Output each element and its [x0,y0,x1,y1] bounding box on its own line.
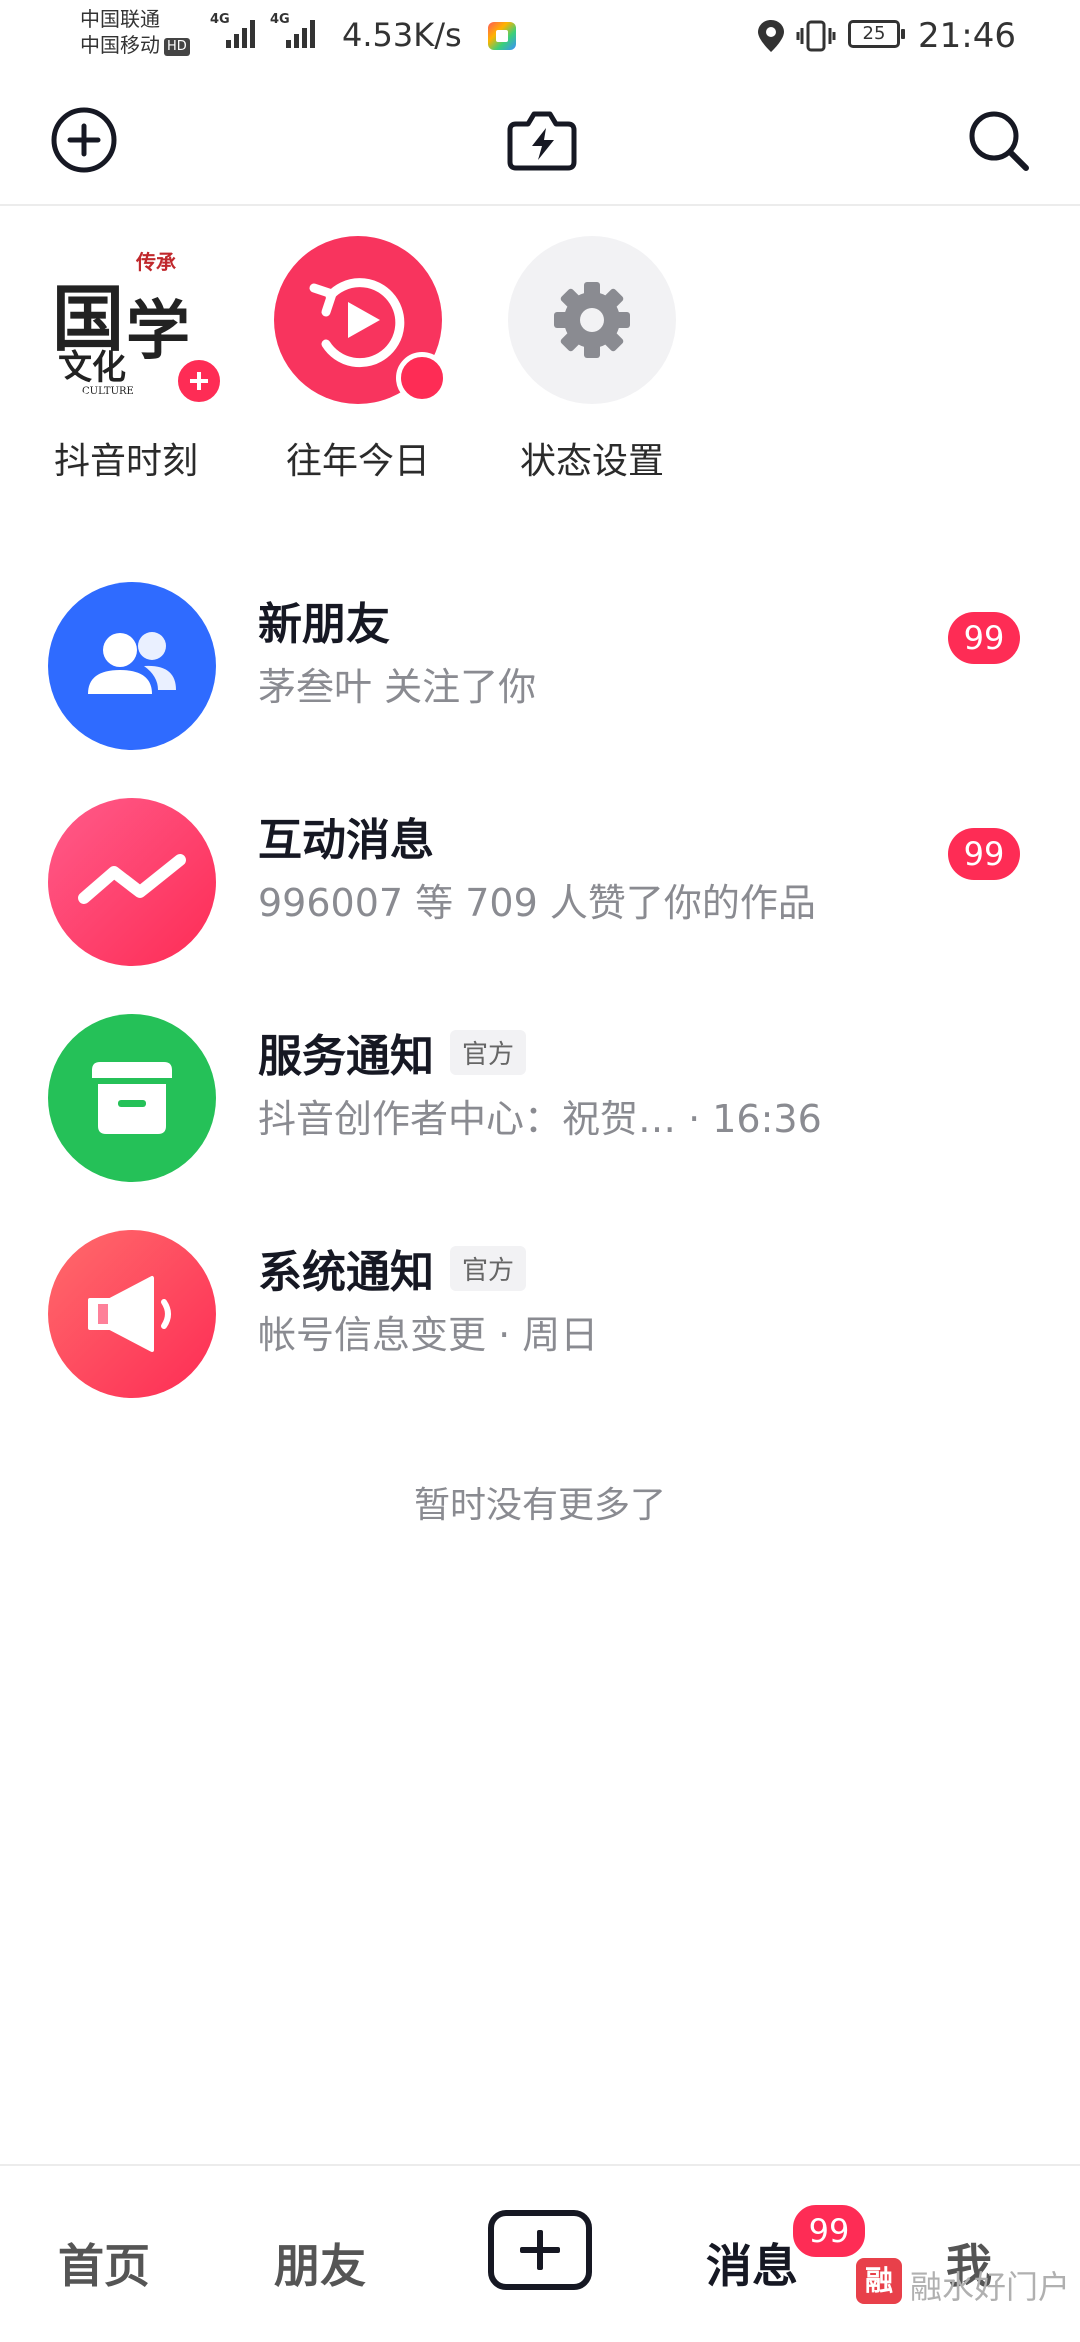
status-bar: 中国联通 中国移动 HD 4G 4G 4.53K/s 25 21:46 [0,0,1080,72]
story-douyin-moment[interactable]: 国 学 文化 传承 CULTURE 抖音时刻 [18,232,224,492]
list-item-title: 互动消息 [258,815,434,866]
hd-badge: HD [164,37,190,56]
signal-icon [226,20,255,48]
flash-camera-icon[interactable] [502,104,582,176]
list-item-subtitle: 996007 等 709 人赞了你的作品 [258,881,816,925]
official-tag: 官方 [450,1246,527,1291]
official-tag: 官方 [450,1030,527,1075]
unread-count-badge: 99 [948,612,1020,664]
net-speed: 4.53K/s [342,16,462,54]
top-header [0,72,1080,206]
list-item-title-text: 系统通知 [258,1247,434,1298]
inbox-icon [48,1014,216,1182]
tab-messages[interactable]: 消息 [706,2230,798,2296]
battery-indicator: 25 [848,20,905,48]
location-icon [758,20,784,52]
watermark-logo: 融 [856,2258,902,2304]
friends-icon [48,582,216,750]
tab-friends[interactable]: 朋友 [274,2230,366,2296]
zigzag-icon [48,798,216,966]
add-circle-icon[interactable] [48,104,120,176]
app-notification-icon [488,22,516,50]
list-item-title: 服务通知 官方 [258,1020,527,1084]
signal-icon [286,20,315,48]
carrier-1: 中国联通 [80,7,160,31]
story-status-settings[interactable]: 状态设置 [484,232,684,492]
list-item-subtitle: 帐号信息变更 · 周日 [258,1313,599,1357]
bottom-nav: 首页 朋友 消息 99 我 融 融水好门户 [0,2164,1080,2342]
clock: 21:46 [918,16,1016,56]
list-item-title: 系统通知 官方 [258,1236,527,1300]
unread-dot [396,352,448,404]
carrier-info: 中国联通 中国移动 HD [80,6,190,58]
avatar-caption: CULTURE [82,386,134,397]
create-button[interactable] [488,2210,592,2290]
list-item-new-friends[interactable]: 新朋友 茅叁叶 关注了你 99 [0,558,1080,758]
search-icon[interactable] [962,104,1034,176]
list-item-title: 新朋友 [258,599,390,650]
avatar-char-2: 学 [126,294,190,369]
megaphone-icon [48,1230,216,1398]
avatar-char-3: 文化 [58,348,126,388]
story-label: 往年今日 [285,441,430,482]
no-more-hint: 暂时没有更多了 [413,1485,666,1526]
unread-count-badge: 99 [948,828,1020,880]
vibrate-icon [796,20,836,52]
story-on-this-day[interactable]: 往年今日 [250,232,450,492]
story-label: 抖音时刻 [53,441,198,482]
carrier-2: 中国移动 [80,33,160,57]
list-item-subtitle: 茅叁叶 关注了你 [258,665,537,709]
watermark-text: 融水好门户 [910,2268,1071,2306]
list-item-service-notice[interactable]: 服务通知 官方 抖音创作者中心：祝贺… · 16:36 [0,990,1080,1190]
list-item-interactions[interactable]: 互动消息 996007 等 709 人赞了你的作品 99 [0,774,1080,974]
list-item-subtitle: 抖音创作者中心：祝贺… · 16:36 [258,1097,822,1141]
story-label: 状态设置 [519,441,664,482]
list-item-system-notice[interactable]: 系统通知 官方 帐号信息变更 · 周日 [0,1206,1080,1406]
tab-home[interactable]: 首页 [58,2230,150,2296]
gear-icon [508,236,676,404]
add-story-icon[interactable] [174,356,224,406]
messages-badge: 99 [790,2202,868,2260]
list-item-title-text: 服务通知 [258,1031,434,1082]
avatar-seal: 传承 [136,250,176,274]
